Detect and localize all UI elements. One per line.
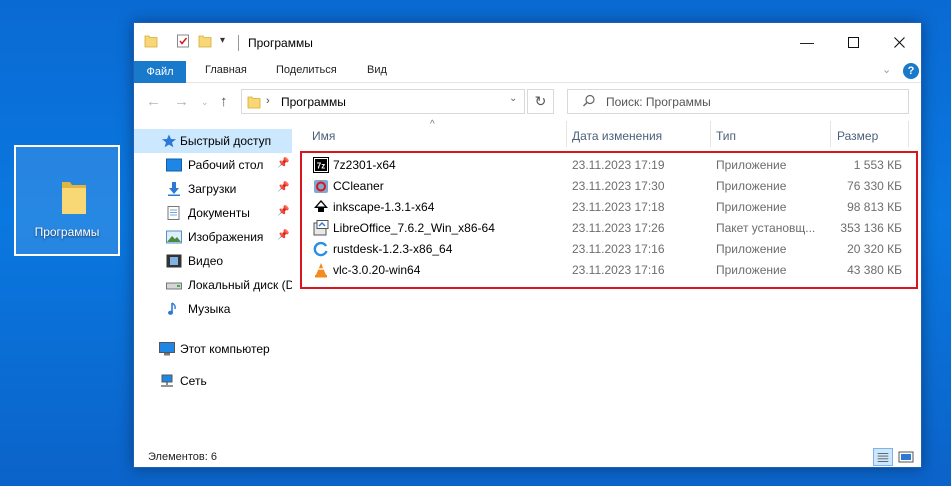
folder-icon [247,96,261,109]
sidebar-item-label: Этот компьютер [180,342,270,356]
sidebar-item-label: Документы [188,206,250,220]
column-header-type[interactable]: Тип [716,129,736,143]
sidebar-item-quick-access[interactable]: Быстрый доступ [134,129,292,153]
pin-icon: 📌 [277,206,290,217]
documents-icon [167,206,180,220]
window-title: Программы [248,36,313,50]
sidebar-item-desktop[interactable]: Рабочий стол 📌 [134,153,292,177]
items-count: Элементов: 6 [148,451,217,463]
folder-icon [144,35,158,48]
help-button[interactable]: ? [903,63,919,79]
network-icon [161,374,173,387]
sidebar-item-network[interactable]: Сеть [134,369,292,393]
column-divider[interactable] [830,121,831,147]
video-icon [166,254,182,268]
sidebar-item-video[interactable]: Видео [134,249,292,273]
computer-icon [159,342,175,356]
desktop-folder-label: Программы [34,225,100,239]
expand-ribbon-chevron-icon[interactable]: ⌄ [882,63,891,76]
sidebar-item-label: Видео [188,254,224,268]
sidebar-item-local-disk[interactable]: Локальный диск (D [134,273,292,297]
sidebar-item-downloads[interactable]: Загрузки 📌 [134,177,292,201]
highlight-annotation [300,151,918,289]
drive-icon [166,282,182,290]
sidebar-item-label: Музыка [188,302,231,316]
search-box[interactable] [567,89,909,114]
sort-ascending-icon: ^ [430,119,435,130]
sidebar-item-label: Рабочий стол [188,158,264,172]
recent-locations-chevron-icon[interactable]: ⌄ [201,97,209,108]
close-icon [893,36,905,48]
tab-file[interactable]: Файл [134,61,186,83]
tab-share[interactable]: Поделиться [276,64,337,76]
new-folder-icon[interactable] [198,34,212,48]
details-view-icon[interactable] [873,448,893,466]
breadcrumb-chevron-icon[interactable]: › [266,95,270,107]
refresh-icon: ↻ [534,93,547,109]
back-arrow-icon[interactable]: ← [146,93,161,110]
star-icon [162,134,176,148]
music-icon [168,302,176,315]
search-icon [583,94,595,107]
desktop-icon [166,158,182,172]
desktop-folder-shortcut[interactable]: Программы [14,145,120,256]
breadcrumb[interactable]: Программы [281,95,346,109]
column-divider[interactable] [566,121,567,147]
forward-arrow-icon[interactable]: → [174,93,189,110]
sidebar-item-images[interactable]: Изображения 📌 [134,225,292,249]
column-divider[interactable] [908,121,909,147]
sidebar-item-label: Быстрый доступ [180,134,272,148]
column-divider[interactable] [710,121,711,147]
sidebar-item-documents[interactable]: Документы 📌 [134,201,292,225]
address-dropdown-chevron-icon[interactable]: ⌄ [508,93,524,104]
up-arrow-icon[interactable]: ↑ [220,93,228,110]
explorer-window: ▾ Программы — Файл Главная Поделиться Ви… [133,22,922,468]
close-button[interactable] [876,23,922,61]
sidebar-item-this-pc[interactable]: Этот компьютер [134,337,292,361]
tab-home[interactable]: Главная [205,64,247,76]
download-icon [168,182,180,196]
column-header-name[interactable]: Имя [312,129,335,143]
sidebar-item-music[interactable]: Музыка [134,297,292,321]
sidebar-item-label: Изображения [188,230,264,244]
refresh-button[interactable]: ↻ [527,89,554,114]
sidebar-item-label: Локальный диск (D [188,278,292,292]
pin-icon: 📌 [277,182,290,193]
column-header-date[interactable]: Дата изменения [572,129,662,143]
address-bar[interactable]: › Программы ⌄ [241,89,525,114]
tab-view[interactable]: Вид [367,64,387,76]
navigation-row: ← → ⌄ ↑ › Программы ⌄ ↻ [134,84,921,120]
status-bar: Элементов: 6 [134,443,921,467]
navigation-pane: Быстрый доступ Рабочий стол 📌 Загрузки 📌… [134,121,292,443]
column-header-size[interactable]: Размер [837,129,878,143]
title-separator [238,35,239,51]
pin-icon: 📌 [277,158,290,169]
large-icons-view-icon[interactable] [896,448,916,466]
title-bar: ▾ Программы — [134,23,921,61]
customize-toolbar-chevron-icon[interactable]: ▾ [220,35,225,46]
maximize-button[interactable] [830,23,876,61]
sidebar-item-label: Сеть [180,374,207,388]
maximize-icon [847,36,859,48]
pin-icon: 📌 [277,230,290,241]
sidebar-item-label: Загрузки [188,182,237,196]
search-input[interactable] [606,93,896,110]
images-icon [166,230,182,244]
minimize-button[interactable]: — [784,23,830,61]
ribbon-tabs: Файл Главная Поделиться Вид ⌄ ? [134,61,921,83]
properties-icon[interactable] [176,34,190,48]
folder-icon [62,182,86,214]
